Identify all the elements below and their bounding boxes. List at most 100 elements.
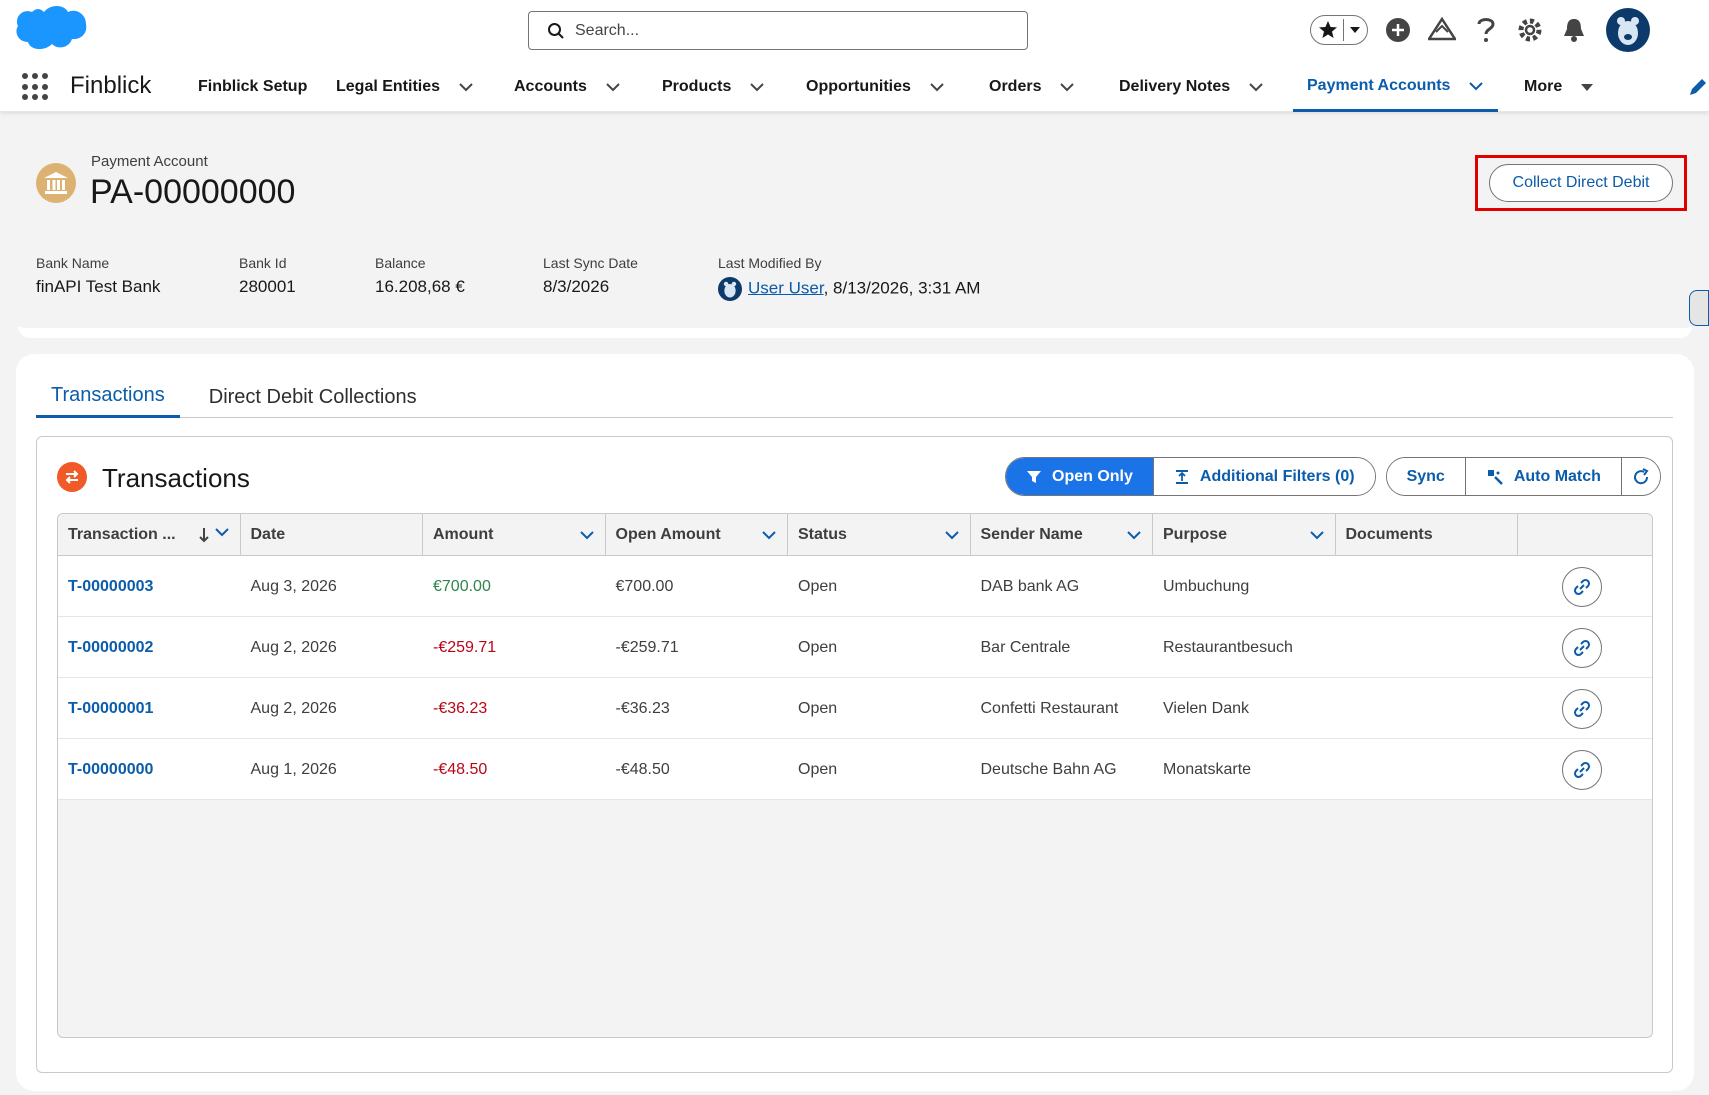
column-header-transaction[interactable]: Transaction ... <box>58 514 241 556</box>
field-bank-id: Bank Id 280001 <box>239 255 375 301</box>
match-link-button[interactable] <box>1561 688 1602 729</box>
last-modified-user-link[interactable]: User User <box>748 278 824 297</box>
user-avatar[interactable] <box>1606 8 1650 52</box>
caret-down-icon[interactable] <box>1580 82 1594 92</box>
additional-filters-button[interactable]: Additional Filters (0) <box>1152 458 1375 495</box>
action-button-group: Sync Auto Match <box>1385 457 1661 496</box>
notifications-bell-icon[interactable] <box>1560 16 1588 44</box>
cell-documents <box>1336 617 1519 678</box>
column-label: Date <box>250 526 286 543</box>
nav-item-legal-entities[interactable]: Legal Entities <box>336 62 474 112</box>
column-header-purpose[interactable]: Purpose <box>1153 514 1336 556</box>
app-launcher-icon[interactable] <box>22 73 50 101</box>
chevron-down-icon[interactable] <box>929 82 945 92</box>
chevron-down-icon[interactable] <box>458 82 474 92</box>
expand-filters-icon <box>1175 469 1188 484</box>
column-header-date[interactable]: Date <box>241 514 423 556</box>
chevron-down-icon[interactable] <box>605 82 621 92</box>
field-value: 8/3/2026 <box>543 277 610 296</box>
utility-sidebar-handle[interactable] <box>1689 290 1709 326</box>
nav-item-label: Accounts <box>514 78 587 95</box>
app-name: Finblick <box>70 72 152 99</box>
search-icon <box>548 22 564 39</box>
refresh-icon <box>1633 467 1649 484</box>
nav-item-opportunities[interactable]: Opportunities <box>806 62 945 112</box>
edit-nav-pencil-icon[interactable] <box>1687 76 1709 98</box>
favorites-group[interactable] <box>1310 15 1368 45</box>
nav-item-more[interactable]: More <box>1524 62 1594 112</box>
field-value: 280001 <box>239 277 296 296</box>
transaction-id-link[interactable]: T-00000000 <box>58 739 241 800</box>
transactions-title: Transactions <box>102 463 250 493</box>
search-input[interactable] <box>575 21 1015 40</box>
cell-actions <box>1518 678 1645 739</box>
sort-descending-icon[interactable] <box>198 527 210 543</box>
table-header: Transaction ... Date Amount Open Amount <box>58 514 1652 556</box>
column-label: Amount <box>433 526 494 543</box>
nav-item-payment-accounts[interactable]: Payment Accounts <box>1293 62 1499 112</box>
nav-item-orders[interactable]: Orders <box>989 62 1075 112</box>
nav-item-products[interactable]: Products <box>662 62 765 112</box>
favorites-dropdown-icon[interactable] <box>1349 24 1361 36</box>
cell-documents <box>1336 678 1519 739</box>
auto-match-button[interactable]: Auto Match <box>1464 458 1621 495</box>
global-search-box[interactable] <box>528 11 1028 50</box>
chevron-down-icon[interactable] <box>1126 530 1142 540</box>
chevron-down-icon[interactable] <box>749 82 765 92</box>
field-label: Balance <box>375 255 426 271</box>
match-link-button[interactable] <box>1561 627 1602 668</box>
trailhead-icon[interactable] <box>1428 16 1456 44</box>
nav-item-finblick-setup[interactable]: Finblick Setup <box>198 62 307 112</box>
cell-purpose: Monatskarte <box>1163 760 1252 778</box>
cell-status: Open <box>798 577 838 595</box>
column-header-status[interactable]: Status <box>788 514 971 556</box>
help-icon[interactable] <box>1472 16 1500 44</box>
transaction-id-link[interactable]: T-00000003 <box>58 556 241 617</box>
field-value: 16.208,68 € <box>375 277 465 296</box>
tab-direct-debit-collections[interactable]: Direct Debit Collections <box>194 376 432 418</box>
column-header-amount[interactable]: Amount <box>423 514 606 556</box>
collect-direct-debit-button[interactable]: Collect Direct Debit <box>1489 164 1673 202</box>
cell-amount: -€48.50 <box>433 760 488 778</box>
tab-transactions[interactable]: Transactions <box>36 376 180 418</box>
global-actions-icon[interactable] <box>1384 16 1412 44</box>
cell-status: Open <box>798 760 838 778</box>
chevron-down-icon[interactable] <box>214 527 230 537</box>
cell-date: Aug 2, 2026 <box>250 699 337 717</box>
cell-open-amount: -€48.50 <box>615 760 670 778</box>
nav-item-label: Orders <box>989 78 1042 95</box>
sync-button[interactable]: Sync <box>1386 458 1465 495</box>
setup-gear-icon[interactable] <box>1516 16 1544 44</box>
cell-open-amount: -€36.23 <box>615 699 670 717</box>
chevron-down-icon[interactable] <box>579 530 595 540</box>
chevron-down-icon[interactable] <box>944 530 960 540</box>
match-link-button[interactable] <box>1561 566 1602 607</box>
chevron-down-icon[interactable] <box>1468 81 1484 91</box>
field-label: Bank Name <box>36 255 110 271</box>
magic-wand-icon <box>1487 469 1503 485</box>
chevron-down-icon[interactable] <box>761 530 777 540</box>
nav-item-delivery-notes[interactable]: Delivery Notes <box>1119 62 1264 112</box>
column-header-sender-name[interactable]: Sender Name <box>971 514 1153 556</box>
record-title: PA-00000000 <box>90 173 296 211</box>
nav-item-accounts[interactable]: Accounts <box>514 62 621 112</box>
star-icon[interactable] <box>1318 20 1338 40</box>
open-only-button[interactable]: Open Only <box>1006 458 1153 495</box>
cell-purpose: Restaurantbesuch <box>1163 638 1293 656</box>
salesforce-cloud-logo[interactable] <box>14 4 88 56</box>
filter-button-group: Open Only Additional Filters (0) <box>1005 457 1376 496</box>
column-label: Status <box>798 526 847 543</box>
column-header-open-amount[interactable]: Open Amount <box>606 514 788 556</box>
transaction-id-link[interactable]: T-00000002 <box>58 617 241 678</box>
cell-sender-name: Deutsche Bahn AG <box>980 760 1117 778</box>
bear-avatar-icon <box>1617 17 1639 45</box>
match-link-button[interactable] <box>1561 749 1602 790</box>
column-label: Documents <box>1345 526 1433 543</box>
refresh-button[interactable] <box>1620 458 1660 495</box>
column-header-documents[interactable]: Documents <box>1336 514 1518 556</box>
highlight-box: Collect Direct Debit <box>1475 155 1687 211</box>
chevron-down-icon[interactable] <box>1309 530 1325 540</box>
chevron-down-icon[interactable] <box>1248 82 1264 92</box>
chevron-down-icon[interactable] <box>1059 82 1075 92</box>
transaction-id-link[interactable]: T-00000001 <box>58 678 241 739</box>
